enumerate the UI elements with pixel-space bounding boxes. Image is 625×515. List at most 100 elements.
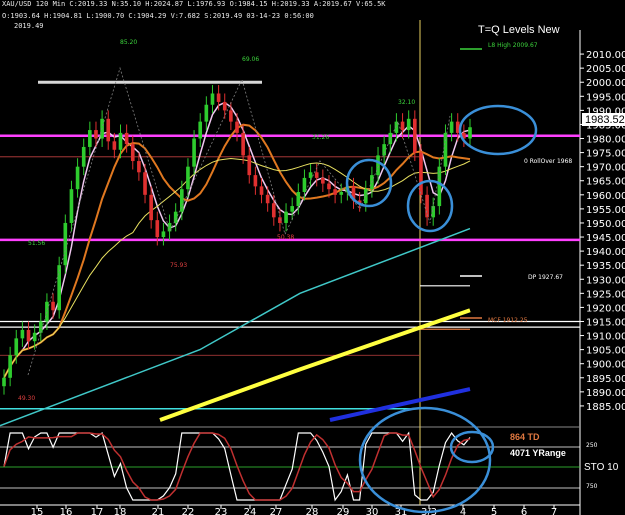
- x-tick-label: 6: [521, 507, 527, 515]
- candle-body: [327, 183, 331, 190]
- y-tick-label: 1980.00: [586, 135, 625, 146]
- osc-tick-250: 250: [586, 442, 598, 449]
- candle-body: [149, 194, 153, 221]
- candle-body: [32, 332, 37, 342]
- osc-tick-750: 750: [586, 483, 598, 490]
- annotation-label: 31.26: [312, 134, 329, 141]
- candle-body: [173, 211, 178, 223]
- x-tick-label: 28: [306, 507, 319, 515]
- y-tick-label: 1910.00: [586, 332, 625, 343]
- candle-body: [51, 301, 55, 311]
- candle-body: [339, 192, 344, 195]
- candle-body: [155, 220, 160, 238]
- annotation-label: 0 RollOver 1968: [524, 158, 572, 165]
- y-tick-label: 1895.00: [586, 374, 625, 385]
- y-tick-label: 1915.00: [586, 317, 625, 328]
- candle-body: [468, 127, 472, 139]
- candle-body: [449, 121, 454, 133]
- candle-body: [63, 222, 68, 266]
- candle-body: [400, 121, 405, 131]
- candle-body: [229, 110, 233, 122]
- candle-body: [14, 338, 19, 356]
- candle-body: [124, 132, 129, 145]
- x-tick-label: 18: [114, 507, 127, 515]
- candle-body: [425, 194, 429, 218]
- candle-body: [235, 121, 239, 133]
- x-tick-label: 7: [551, 507, 557, 515]
- candle-body: [314, 172, 319, 178]
- candle-body: [8, 355, 12, 378]
- candle-body: [130, 144, 135, 162]
- x-tick-label: 21: [152, 507, 165, 515]
- y-tick-label: 1890.00: [586, 388, 625, 399]
- candle-body: [259, 186, 264, 195]
- candle-body: [204, 104, 209, 122]
- annotation-label: 49.30: [18, 395, 35, 402]
- candle-body: [26, 329, 31, 342]
- candle-body: [112, 141, 117, 150]
- y-tick-label: 1925.00: [586, 289, 625, 300]
- candle-body: [321, 177, 325, 184]
- osc-label: STO 10: [584, 462, 619, 473]
- y-tick-label: 1950.00: [586, 219, 625, 230]
- candle-body: [271, 203, 276, 218]
- candle-body: [20, 329, 25, 339]
- candle-body: [216, 93, 221, 102]
- candle-body: [106, 118, 111, 142]
- x-tick-label: 29: [337, 507, 350, 515]
- candle-body: [210, 93, 215, 105]
- x-tick-label: 16: [60, 507, 73, 515]
- candle-body: [382, 144, 386, 156]
- y-tick-label: 1920.00: [586, 303, 625, 314]
- y-tick-label: 1900.00: [586, 360, 625, 371]
- y-tick-label: 1905.00: [586, 346, 625, 357]
- header-line3: 2019.49: [14, 22, 44, 30]
- annotation-label: L8 High 2009.67: [488, 42, 538, 49]
- y-tick-label: 1975.00: [586, 149, 625, 160]
- candle-body: [253, 175, 258, 187]
- y-tick-label: 1960.00: [586, 191, 625, 202]
- y-tick-label: 2010.00: [586, 50, 625, 61]
- candle-body: [118, 132, 123, 150]
- x-tick-label: 4: [460, 507, 466, 515]
- header-line1: XAU/USD 120 Min C:2019.33 N:35.10 H:2024…: [2, 0, 386, 8]
- header-line2: O:1903.64 H:1904.81 L:1900.70 C:1904.29 …: [2, 12, 314, 20]
- annotation-label: 85.20: [120, 39, 137, 46]
- candle-body: [443, 132, 448, 167]
- annotation-label: 50.38: [277, 234, 294, 241]
- candle-body: [419, 152, 423, 195]
- candle-body: [198, 121, 203, 139]
- y-tick-label: 1955.00: [586, 205, 625, 216]
- current-price-label: 1983.52: [585, 114, 625, 126]
- candle-body: [247, 155, 252, 176]
- candle-body: [333, 189, 337, 195]
- annotation-label: 69.06: [242, 56, 259, 63]
- candle-body: [45, 301, 49, 322]
- y-tick-label: 1940.00: [586, 247, 625, 258]
- x-tick-label: 24: [244, 507, 257, 515]
- candle-body: [241, 132, 245, 156]
- chart-title: T=Q Levels New: [478, 24, 560, 36]
- candle-body: [161, 231, 166, 238]
- candle-body: [88, 130, 92, 147]
- x-tick-label: 27: [270, 507, 283, 515]
- y-tick-label: 2000.00: [586, 78, 625, 89]
- annotation-label: 32.10: [398, 99, 415, 106]
- candle-body: [284, 211, 288, 223]
- candle-body: [94, 130, 98, 139]
- annotation-label: DP 1927.67: [528, 274, 563, 281]
- candle-body: [81, 146, 86, 167]
- y-tick-label: 1935.00: [586, 261, 625, 272]
- candle-body: [75, 166, 80, 190]
- candle-body: [302, 177, 307, 192]
- candle-body: [376, 155, 380, 176]
- candle-body: [69, 189, 74, 223]
- x-tick-label: 5: [491, 507, 497, 515]
- candle-body: [143, 172, 147, 195]
- candle-body: [290, 206, 294, 212]
- x-tick-label: 30: [366, 507, 379, 515]
- candle-body: [222, 101, 227, 111]
- y-tick-label: 1965.00: [586, 177, 625, 188]
- y-tick-label: 1885.00: [586, 402, 625, 413]
- annotation-label: MCF 1912.25: [488, 317, 528, 324]
